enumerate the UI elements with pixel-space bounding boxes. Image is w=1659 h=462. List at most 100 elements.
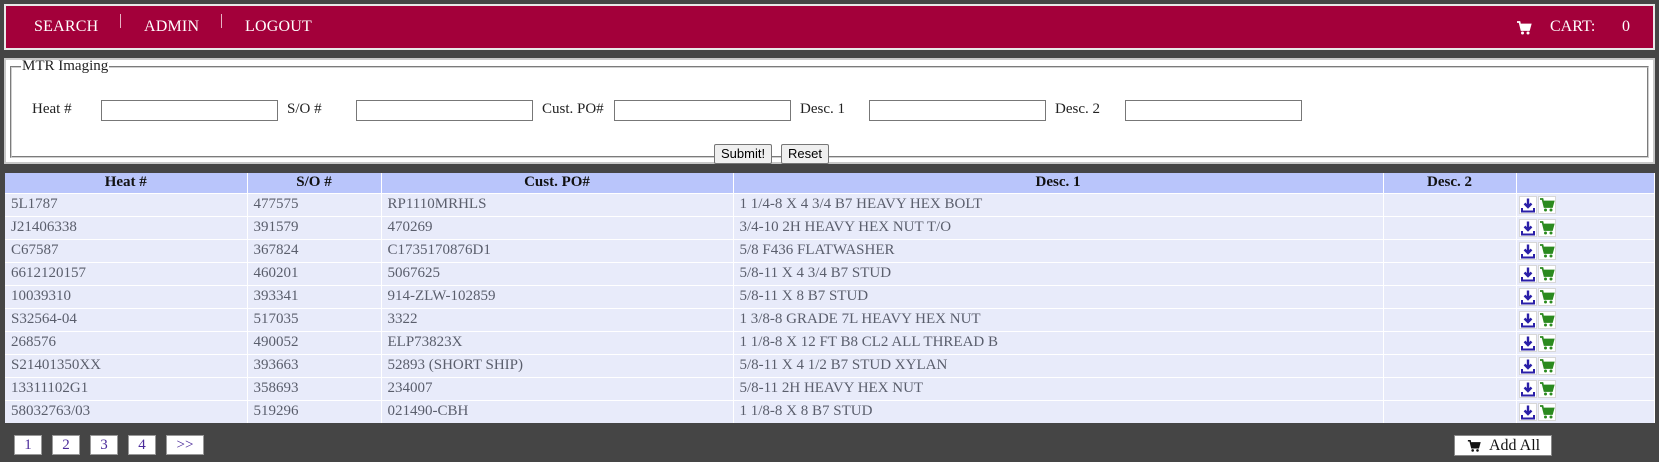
- cell-desc1: 1 1/4-8 X 4 3/4 B7 HEAVY HEX BOLT: [733, 192, 1384, 216]
- cell-desc2: [1383, 284, 1517, 308]
- cell-heat: S32564-04: [5, 307, 248, 331]
- table-row[interactable]: 268576 490052 ELP73823X 1 1/8-8 X 12 FT B8 …: [5, 330, 1655, 354]
- cell-cust-po: C1735170876D1: [381, 238, 734, 262]
- download-icon[interactable]: [1518, 264, 1537, 283]
- add-to-cart-icon[interactable]: [1537, 402, 1556, 421]
- cell-cust-po: RP1110MRHLS: [381, 192, 734, 216]
- page-next-link[interactable]: >>: [166, 435, 204, 455]
- cell-cust-po: ELP73823X: [381, 330, 734, 354]
- table-row[interactable]: 6612120157 460201 5067625 5/8-11 X 4 3/4 B7…: [5, 261, 1655, 285]
- add-to-cart-icon[interactable]: [1537, 287, 1556, 306]
- cell-so: 391579: [247, 215, 382, 239]
- add-to-cart-icon[interactable]: [1537, 195, 1556, 214]
- table-row[interactable]: 58032763/03 519296 021490-CBH 1 1/8-8 X 8 B…: [5, 399, 1655, 423]
- table-row[interactable]: S32564-04 517035 3322 1 3/8-8 GRADE 7L HEAV…: [5, 307, 1655, 331]
- add-to-cart-icon[interactable]: [1537, 356, 1556, 375]
- reset-button[interactable]: Reset: [781, 144, 829, 164]
- cust-po-label: Cust. PO#: [542, 101, 604, 117]
- download-icon[interactable]: [1518, 402, 1537, 421]
- cell-actions: [1516, 192, 1655, 216]
- cell-actions: [1516, 261, 1655, 285]
- cell-cust-po: 470269: [381, 215, 734, 239]
- cell-heat: 58032763/03: [5, 399, 248, 423]
- download-icon[interactable]: [1518, 218, 1537, 237]
- cell-heat: S21401350XX: [5, 353, 248, 377]
- add-to-cart-icon[interactable]: [1537, 241, 1556, 260]
- download-icon[interactable]: [1518, 195, 1537, 214]
- cell-so: 393663: [247, 353, 382, 377]
- download-icon[interactable]: [1518, 287, 1537, 306]
- nav-logout-link[interactable]: LOGOUT: [245, 18, 312, 36]
- heat-input[interactable]: [101, 100, 278, 121]
- cell-desc1: 5/8 F436 FLATWASHER: [733, 238, 1384, 262]
- cell-heat: J21406338: [5, 215, 248, 239]
- cell-desc1: 5/8-11 2H HEAVY HEX NUT: [733, 376, 1384, 400]
- cell-actions: [1516, 376, 1655, 400]
- submit-button[interactable]: Submit!: [714, 144, 772, 164]
- cell-so: 393341: [247, 284, 382, 308]
- cell-so: 358693: [247, 376, 382, 400]
- cell-heat: 13311102G1: [5, 376, 248, 400]
- cell-desc1: 1 1/8-8 X 8 B7 STUD: [733, 399, 1384, 423]
- cell-actions: [1516, 399, 1655, 423]
- column-header-heat[interactable]: Heat #: [5, 173, 248, 193]
- table-row[interactable]: S21401350XX 393663 52893 (SHORT SHIP) 5/8-1…: [5, 353, 1655, 377]
- top-nav-bar: SEARCH ADMIN LOGOUT CART: 0: [4, 4, 1655, 50]
- download-icon[interactable]: [1518, 310, 1537, 329]
- cart-label[interactable]: CART:: [1550, 18, 1595, 36]
- cart-count: 0: [1622, 18, 1630, 35]
- desc1-label: Desc. 1: [800, 101, 845, 117]
- table-row[interactable]: J21406338 391579 470269 3/4-10 2H HEAVY HEX…: [5, 215, 1655, 239]
- column-header-cust-po[interactable]: Cust. PO#: [381, 173, 734, 193]
- cell-desc2: [1383, 307, 1517, 331]
- column-header-so[interactable]: S/O #: [247, 173, 382, 193]
- add-to-cart-icon[interactable]: [1537, 218, 1556, 237]
- cell-heat: 6612120157: [5, 261, 248, 285]
- page-link-3[interactable]: 3: [90, 435, 118, 455]
- heat-label: Heat #: [32, 101, 72, 117]
- column-header-actions: [1516, 173, 1655, 193]
- cust-po-input[interactable]: [614, 100, 791, 121]
- add-to-cart-icon[interactable]: [1537, 379, 1556, 398]
- download-icon[interactable]: [1518, 356, 1537, 375]
- add-to-cart-icon[interactable]: [1537, 333, 1556, 352]
- nav-search-link[interactable]: SEARCH: [34, 18, 98, 36]
- nav-admin-link[interactable]: ADMIN: [144, 18, 199, 36]
- download-icon[interactable]: [1518, 379, 1537, 398]
- cart-icon[interactable]: [1516, 20, 1532, 36]
- cell-cust-po: 52893 (SHORT SHIP): [381, 353, 734, 377]
- desc1-input[interactable]: [869, 100, 1046, 121]
- column-header-desc1[interactable]: Desc. 1: [733, 173, 1384, 193]
- table-row[interactable]: 5L1787 477575 RP1110MRHLS 1 1/4-8 X 4 3/4 B…: [5, 192, 1655, 216]
- cell-so: 519296: [247, 399, 382, 423]
- download-icon[interactable]: [1518, 333, 1537, 352]
- cell-actions: [1516, 215, 1655, 239]
- table-row[interactable]: 10039310 393341 914-ZLW-102859 5/8-11 X 8 B…: [5, 284, 1655, 308]
- table-row[interactable]: 13311102G1 358693 234007 5/8-11 2H HEAVY HE…: [5, 376, 1655, 400]
- cell-heat: 268576: [5, 330, 248, 354]
- add-to-cart-icon[interactable]: [1537, 264, 1556, 283]
- download-icon[interactable]: [1518, 241, 1537, 260]
- search-panel: MTR Imaging Heat # S/O # Cust. PO# Desc.…: [4, 58, 1655, 164]
- page-link-2[interactable]: 2: [52, 435, 80, 455]
- table-row[interactable]: C67587 367824 C1735170876D1 5/8 F436 FLATWA…: [5, 238, 1655, 262]
- so-input[interactable]: [356, 100, 533, 121]
- cart-icon: [1467, 439, 1481, 452]
- cell-cust-po: 021490-CBH: [381, 399, 734, 423]
- cell-actions: [1516, 284, 1655, 308]
- page-link-1[interactable]: 1: [14, 435, 42, 455]
- cell-desc2: [1383, 215, 1517, 239]
- column-header-desc2[interactable]: Desc. 2: [1383, 173, 1517, 193]
- page-link-4[interactable]: 4: [128, 435, 156, 455]
- cell-actions: [1516, 238, 1655, 262]
- add-all-button[interactable]: Add All: [1454, 435, 1552, 456]
- add-to-cart-icon[interactable]: [1537, 310, 1556, 329]
- cell-desc2: [1383, 192, 1517, 216]
- desc2-input[interactable]: [1125, 100, 1302, 121]
- cell-actions: [1516, 353, 1655, 377]
- cell-desc2: [1383, 261, 1517, 285]
- cell-desc1: 3/4-10 2H HEAVY HEX NUT T/O: [733, 215, 1384, 239]
- cell-cust-po: 3322: [381, 307, 734, 331]
- cell-actions: [1516, 330, 1655, 354]
- cell-desc1: 5/8-11 X 8 B7 STUD: [733, 284, 1384, 308]
